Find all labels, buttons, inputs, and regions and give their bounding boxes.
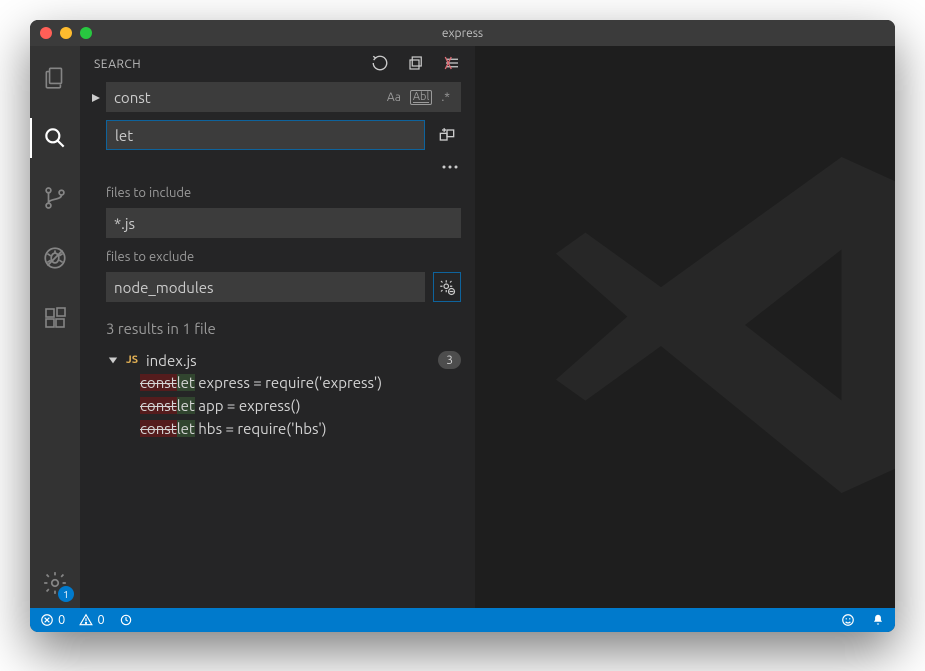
toggle-details-button[interactable]	[106, 158, 461, 174]
maximize-window-button[interactable]	[80, 27, 92, 39]
notifications-item[interactable]	[871, 613, 885, 627]
warning-icon	[79, 613, 93, 627]
search-hit[interactable]: constlet app = express()	[108, 394, 461, 417]
result-file-row[interactable]: JS index.js 3	[108, 349, 461, 371]
editor-area	[475, 46, 895, 608]
match-whole-word-toggle[interactable]: Abl	[410, 90, 432, 105]
titlebar: express	[30, 20, 895, 46]
hit-removed: const	[140, 374, 177, 391]
search-hit[interactable]: constlet express = require('express')	[108, 371, 461, 394]
refresh-icon	[371, 54, 389, 72]
warnings-count: 0	[97, 613, 104, 627]
minimize-window-button[interactable]	[60, 27, 72, 39]
sync-item[interactable]	[119, 613, 133, 627]
sidebar-tools	[371, 54, 461, 75]
refresh-button[interactable]	[371, 54, 389, 75]
search-sidebar: SEARCH	[80, 46, 475, 608]
collapse-button[interactable]	[407, 54, 425, 75]
debug-tab[interactable]	[30, 238, 80, 278]
explorer-tab[interactable]	[30, 58, 80, 98]
search-field[interactable]: Aa Abl .*	[106, 82, 461, 112]
match-case-toggle[interactable]: Aa	[384, 91, 404, 104]
settings-button[interactable]: 1	[30, 558, 80, 608]
expand-replace-toggle[interactable]	[90, 92, 102, 104]
files-to-include-input[interactable]	[114, 215, 453, 232]
hit-removed: const	[140, 420, 177, 437]
regex-toggle[interactable]: .*	[438, 91, 453, 104]
hit-added: let	[177, 420, 195, 437]
settings-badge: 1	[58, 586, 74, 602]
search-hit[interactable]: constlet hbs = require('hbs')	[108, 417, 461, 440]
close-window-button[interactable]	[40, 27, 52, 39]
use-exclude-settings-toggle[interactable]	[433, 272, 461, 302]
collapse-icon	[407, 54, 425, 72]
search-input[interactable]	[114, 89, 384, 106]
hit-context: express = require('express')	[195, 374, 382, 391]
exclude-label: files to exclude	[106, 250, 461, 264]
clear-button[interactable]	[443, 54, 461, 75]
clear-icon	[443, 54, 461, 72]
include-label: files to include	[106, 186, 461, 200]
errors-item[interactable]: 0	[40, 613, 65, 627]
hit-context: app = express()	[195, 397, 301, 414]
sidebar-title: SEARCH	[94, 58, 141, 71]
results-tree: JS index.js 3 constlet express = require…	[106, 349, 461, 440]
warnings-item[interactable]: 0	[79, 613, 104, 627]
activity-bar: 1	[30, 46, 80, 608]
replace-input[interactable]	[115, 127, 416, 144]
extensions-tab[interactable]	[30, 298, 80, 338]
git-branch-icon	[42, 185, 68, 211]
hit-context: hbs = require('hbs')	[195, 420, 327, 437]
no-bug-icon	[42, 245, 68, 271]
exclude-field[interactable]	[106, 272, 425, 302]
status-bar: 0 0	[30, 608, 895, 632]
error-icon	[40, 613, 54, 627]
match-count-pill: 3	[438, 351, 461, 369]
scm-tab[interactable]	[30, 178, 80, 218]
replace-field[interactable]	[106, 120, 425, 150]
bell-icon	[871, 613, 885, 627]
smile-icon	[841, 613, 855, 627]
replace-all-button[interactable]	[433, 120, 461, 150]
hit-added: let	[177, 374, 195, 391]
search-tab[interactable]	[30, 118, 80, 158]
search-form: Aa Abl .*	[80, 82, 475, 440]
app-window: express 1	[30, 20, 895, 632]
sidebar-header: SEARCH	[80, 46, 475, 82]
file-lang-badge: JS	[126, 354, 138, 366]
results-summary: 3 results in 1 file	[106, 320, 461, 337]
include-field[interactable]	[106, 208, 461, 238]
feedback-item[interactable]	[841, 613, 855, 627]
search-icon	[42, 125, 68, 151]
files-to-exclude-input[interactable]	[114, 279, 417, 296]
hit-removed: const	[140, 397, 177, 414]
window-title: express	[442, 27, 483, 40]
errors-count: 0	[58, 613, 65, 627]
vscode-watermark-icon	[535, 115, 895, 539]
traffic-lights	[40, 27, 92, 39]
file-name: index.js	[146, 352, 430, 369]
replace-all-icon	[437, 125, 457, 145]
window-body: 1 SEARCH	[30, 46, 895, 608]
ellipsis-icon	[441, 162, 459, 172]
files-icon	[42, 65, 68, 91]
chevron-down-icon	[108, 355, 118, 365]
gear-exclude-icon	[438, 278, 456, 296]
hit-added: let	[177, 397, 195, 414]
extensions-icon	[43, 306, 67, 330]
clock-icon	[119, 613, 133, 627]
